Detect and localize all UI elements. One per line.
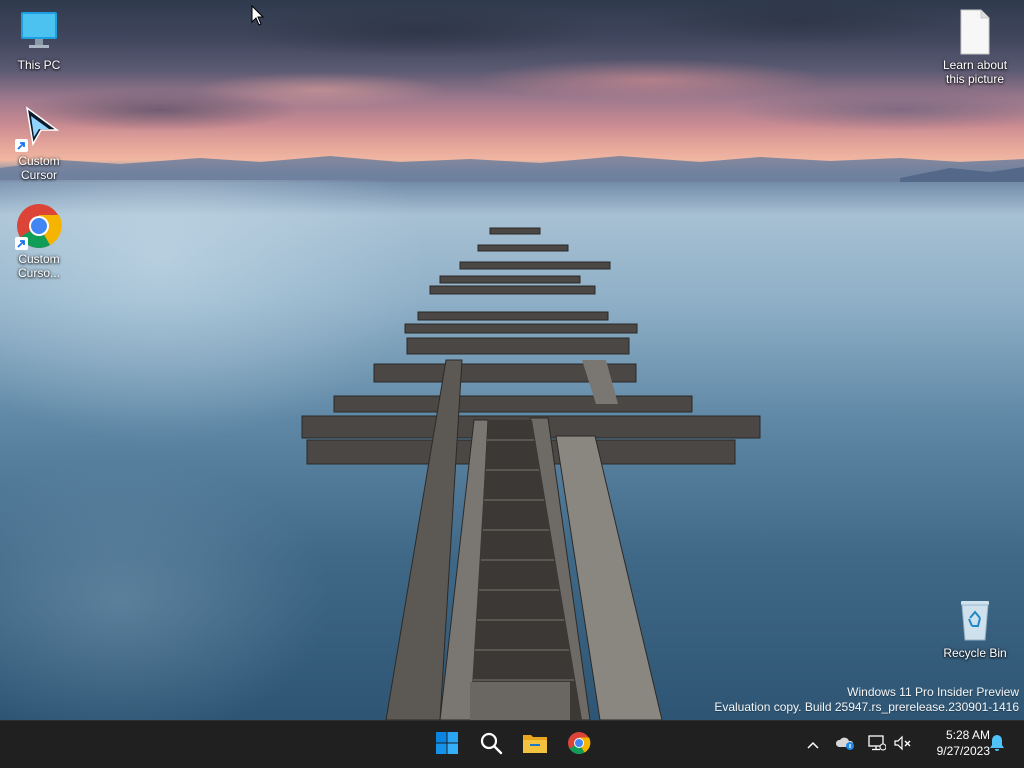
desktop-icon-custom-cursor-chrome[interactable]: Custom Curso... (4, 202, 74, 280)
volume-tray-button[interactable] (890, 729, 916, 761)
notification-center-button[interactable] (984, 729, 1010, 761)
wallpaper-pier (301, 227, 761, 720)
desktop-icon-custom-cursor[interactable]: Custom Cursor (4, 104, 74, 182)
notification-bell-icon (989, 734, 1005, 757)
shortcut-arrow-icon (15, 139, 28, 152)
chevron-up-icon (807, 736, 819, 754)
windows-start-icon (435, 731, 459, 760)
chrome-taskbar-button[interactable] (559, 725, 599, 765)
custom-cursor-icon (15, 104, 63, 152)
desktop-icon-this-pc[interactable]: This PC (4, 8, 74, 72)
watermark-build: Evaluation copy. Build 25947.rs_prerelea… (714, 700, 1019, 714)
file-explorer-icon (522, 731, 548, 760)
evaluation-watermark: Windows 11 Pro Insider Preview Evaluatio… (714, 685, 1019, 715)
recycle-bin-icon (951, 596, 999, 644)
desktop-wallpaper[interactable] (0, 0, 1024, 720)
desktop-icon-label: This PC (17, 58, 61, 72)
clock-date: 9/27/2023 (936, 744, 990, 758)
file-explorer-button[interactable] (515, 725, 555, 765)
desktop-icon-label: Learn about this picture (942, 58, 1008, 86)
taskbar-clock[interactable]: 5:28 AM 9/27/2023 (926, 727, 990, 759)
show-hidden-icons-button[interactable] (800, 729, 826, 761)
network-icon (868, 734, 887, 756)
desktop-icon-label: Custom Curso... (17, 252, 60, 280)
search-button[interactable] (471, 725, 511, 765)
onedrive-icon (835, 735, 855, 756)
desktop-icon-learn-about-picture[interactable]: Learn about this picture (940, 8, 1010, 86)
start-button[interactable] (427, 725, 467, 765)
watermark-edition: Windows 11 Pro Insider Preview (847, 685, 1019, 699)
volume-muted-icon (894, 735, 912, 756)
mouse-pointer (251, 5, 265, 26)
clock-time: 5:28 AM (945, 728, 990, 742)
document-icon (951, 8, 999, 56)
desktop-icon-label: Recycle Bin (943, 646, 1007, 660)
search-icon (479, 731, 503, 760)
network-tray-button[interactable] (864, 729, 890, 761)
shortcut-arrow-icon (15, 237, 28, 250)
desktop-icon-label: Custom Cursor (18, 154, 60, 182)
taskbar: 5:28 AM 9/27/2023 (0, 720, 1024, 768)
this-pc-icon (15, 8, 63, 56)
chrome-icon (567, 731, 591, 760)
onedrive-tray-button[interactable] (832, 729, 858, 761)
chrome-icon (15, 202, 63, 250)
desktop-icon-recycle-bin[interactable]: Recycle Bin (940, 596, 1010, 660)
